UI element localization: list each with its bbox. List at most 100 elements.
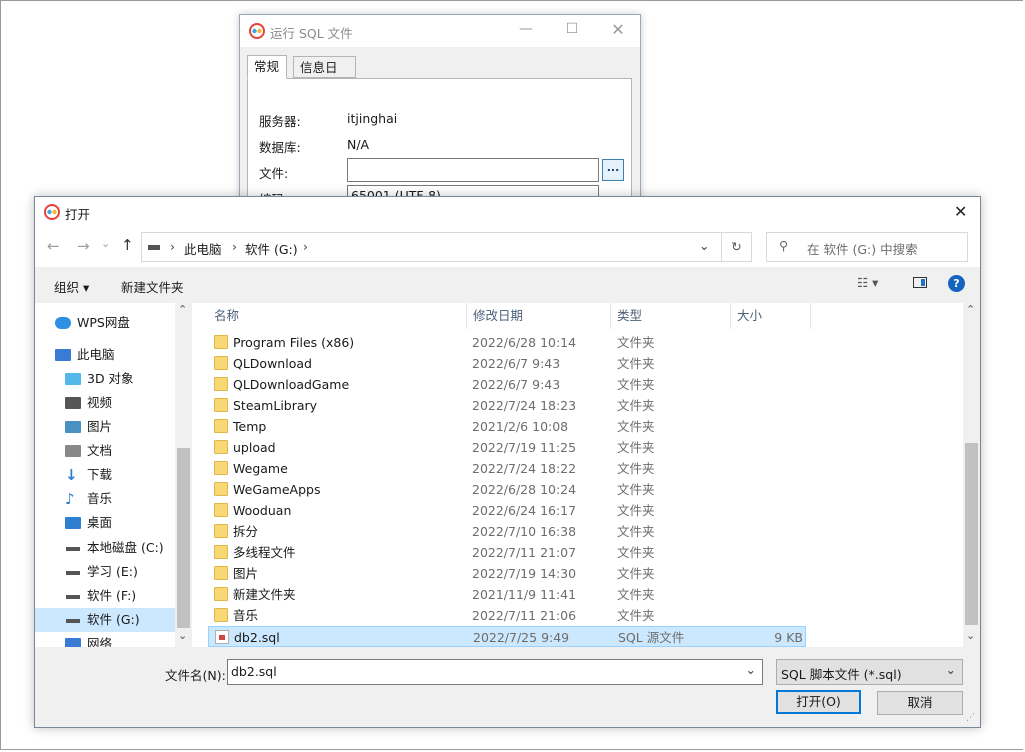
file-type: 文件夹: [617, 545, 655, 560]
file-row[interactable]: Temp 2021/2/6 10:08 文件夹: [208, 416, 806, 437]
sidebar-item[interactable]: ♪ 音乐: [35, 487, 175, 511]
organize-button[interactable]: 组织 ▾: [54, 277, 89, 296]
sidebar-item[interactable]: WPS网盘: [35, 311, 175, 335]
file-type: 文件夹: [617, 419, 655, 434]
desktop-icon: [65, 517, 81, 529]
sidebar-item-label: 软件 (F:): [87, 588, 137, 603]
new-folder-button[interactable]: 新建文件夹: [121, 277, 184, 296]
sidebar-item[interactable]: 网络: [35, 632, 175, 647]
file-row[interactable]: 图片 2022/7/19 14:30 文件夹: [208, 563, 806, 584]
column-header-name[interactable]: 名称: [208, 303, 467, 329]
search-icon: ⚲: [779, 238, 789, 253]
forward-arrow-icon[interactable]: →: [77, 237, 90, 255]
sidebar-item[interactable]: 文档: [35, 439, 175, 463]
maximize-icon[interactable]: ☐: [557, 21, 587, 37]
file-row[interactable]: SteamLibrary 2022/7/24 18:23 文件夹: [208, 395, 806, 416]
file-type-filter-select[interactable]: SQL 脚本文件 (*.sql) ⌄: [776, 659, 963, 685]
breadcrumb-drive-g[interactable]: 软件 (G:): [245, 239, 298, 258]
address-bar[interactable]: › 此电脑 › 软件 (G:) › ⌄: [141, 232, 722, 262]
close-icon[interactable]: ✕: [603, 20, 633, 39]
sidebar-item[interactable]: 视频: [35, 391, 175, 415]
scrollbar-thumb[interactable]: [177, 448, 190, 628]
sidebar-item[interactable]: 本地磁盘 (C:): [35, 536, 175, 560]
3d-objects-icon: [65, 373, 81, 385]
file-date: 2021/2/6 10:08: [472, 419, 569, 434]
sidebar-item-label: 软件 (G:): [87, 612, 140, 627]
file-date: 2022/6/28 10:14: [472, 335, 577, 350]
sidebar-item[interactable]: ↓ 下载: [35, 463, 175, 487]
file-date: 2022/6/7 9:43: [472, 356, 561, 371]
sidebar-item-label: 此电脑: [77, 347, 115, 362]
file-row[interactable]: Wegame 2022/7/24 18:22 文件夹: [208, 458, 806, 479]
dialog-title: 打开: [65, 207, 91, 222]
filename-value: db2.sql: [231, 664, 277, 679]
filename-input[interactable]: db2.sql ⌄: [227, 659, 763, 685]
nav-pane-scrollbar[interactable]: ⌃ ⌄: [175, 303, 192, 647]
browse-button[interactable]: ...: [602, 159, 624, 181]
file-row[interactable]: Program Files (x86) 2022/6/28 10:14 文件夹: [208, 332, 806, 353]
folder-icon: [214, 335, 228, 349]
general-pane: 服务器: itjinghai 数据库: N/A 文件: ... 编码: 6500…: [247, 78, 632, 207]
file-label: 文件:: [259, 166, 289, 181]
recent-locations-chevron-icon[interactable]: ⌄: [101, 237, 110, 250]
file-list-scrollbar[interactable]: ⌃ ⌄: [963, 303, 980, 647]
column-header-date[interactable]: 修改日期: [467, 303, 611, 329]
file-row[interactable]: 拆分 2022/7/10 16:38 文件夹: [208, 521, 806, 542]
help-icon[interactable]: ?: [948, 275, 965, 292]
server-value: itjinghai: [347, 111, 398, 126]
file-row[interactable]: WeGameApps 2022/6/28 10:24 文件夹: [208, 479, 806, 500]
file-row[interactable]: db2.sql 2022/7/25 9:49 SQL 源文件 9 KB: [208, 626, 806, 647]
scroll-down-icon[interactable]: ⌄: [966, 629, 975, 642]
sidebar-item[interactable]: 图片: [35, 415, 175, 439]
resize-grip-icon[interactable]: ⋰: [966, 713, 975, 723]
sidebar-item[interactable]: 软件 (G:): [35, 608, 175, 632]
sidebar-item[interactable]: 桌面: [35, 511, 175, 535]
open-button[interactable]: 打开(O): [776, 690, 861, 714]
file-row[interactable]: QLDownloadGame 2022/6/7 9:43 文件夹: [208, 374, 806, 395]
column-header-size[interactable]: 大小: [731, 303, 811, 329]
sidebar-item[interactable]: 3D 对象: [35, 367, 175, 391]
up-arrow-icon[interactable]: ↑: [121, 236, 134, 254]
tab-info-log[interactable]: 信息日志: [293, 56, 356, 97]
chevron-down-icon[interactable]: ⌄: [699, 238, 709, 253]
chevron-down-icon[interactable]: ⌄: [746, 662, 756, 677]
title-bar: 运行 SQL 文件 — ☐ ✕: [240, 15, 640, 47]
file-row[interactable]: upload 2022/7/19 11:25 文件夹: [208, 437, 806, 458]
server-label: 服务器:: [259, 114, 301, 129]
music-icon: ♪: [65, 490, 75, 508]
scroll-up-icon[interactable]: ⌃: [966, 303, 975, 316]
file-path-input[interactable]: [347, 158, 599, 182]
minimize-icon[interactable]: —: [511, 21, 541, 37]
scrollbar-thumb[interactable]: [965, 443, 978, 625]
search-input[interactable]: ⚲ 在 软件 (G:) 中搜索: [766, 232, 968, 262]
refresh-icon[interactable]: ↻: [722, 232, 752, 262]
scroll-up-icon[interactable]: ⌃: [178, 303, 187, 316]
preview-pane-icon[interactable]: [913, 277, 927, 288]
file-row[interactable]: 新建文件夹 2021/11/9 11:41 文件夹: [208, 584, 806, 605]
video-icon: [65, 397, 81, 409]
file-type: 文件夹: [617, 524, 655, 539]
sidebar-item[interactable]: 学习 (E:): [35, 560, 175, 584]
file-date: 2021/11/9 11:41: [472, 587, 577, 602]
sidebar-item-label: 音乐: [87, 491, 113, 506]
file-date: 2022/6/28 10:24: [472, 482, 577, 497]
view-options-icon[interactable]: ☷ ▾: [857, 275, 878, 290]
breadcrumb-this-pc[interactable]: 此电脑: [184, 239, 222, 258]
file-row[interactable]: Wooduan 2022/6/24 16:17 文件夹: [208, 500, 806, 521]
picture-icon: [65, 421, 81, 433]
folder-icon: [214, 482, 228, 496]
close-icon[interactable]: ✕: [954, 202, 967, 221]
cancel-button[interactable]: 取消: [877, 691, 963, 715]
file-row[interactable]: 多线程文件 2022/7/11 21:07 文件夹: [208, 542, 806, 563]
back-arrow-icon[interactable]: ←: [47, 237, 60, 255]
column-header-type[interactable]: 类型: [611, 303, 731, 329]
computer-icon: [55, 349, 71, 361]
sidebar-item[interactable]: 此电脑: [35, 343, 175, 367]
file-row[interactable]: 音乐 2022/7/11 21:06 文件夹: [208, 605, 806, 626]
network-icon: [65, 638, 81, 647]
file-row[interactable]: QLDownload 2022/6/7 9:43 文件夹: [208, 353, 806, 374]
tab-general[interactable]: 常规: [247, 55, 287, 79]
sidebar-item[interactable]: 软件 (F:): [35, 584, 175, 608]
folder-icon: [214, 419, 228, 433]
scroll-down-icon[interactable]: ⌄: [178, 629, 187, 642]
